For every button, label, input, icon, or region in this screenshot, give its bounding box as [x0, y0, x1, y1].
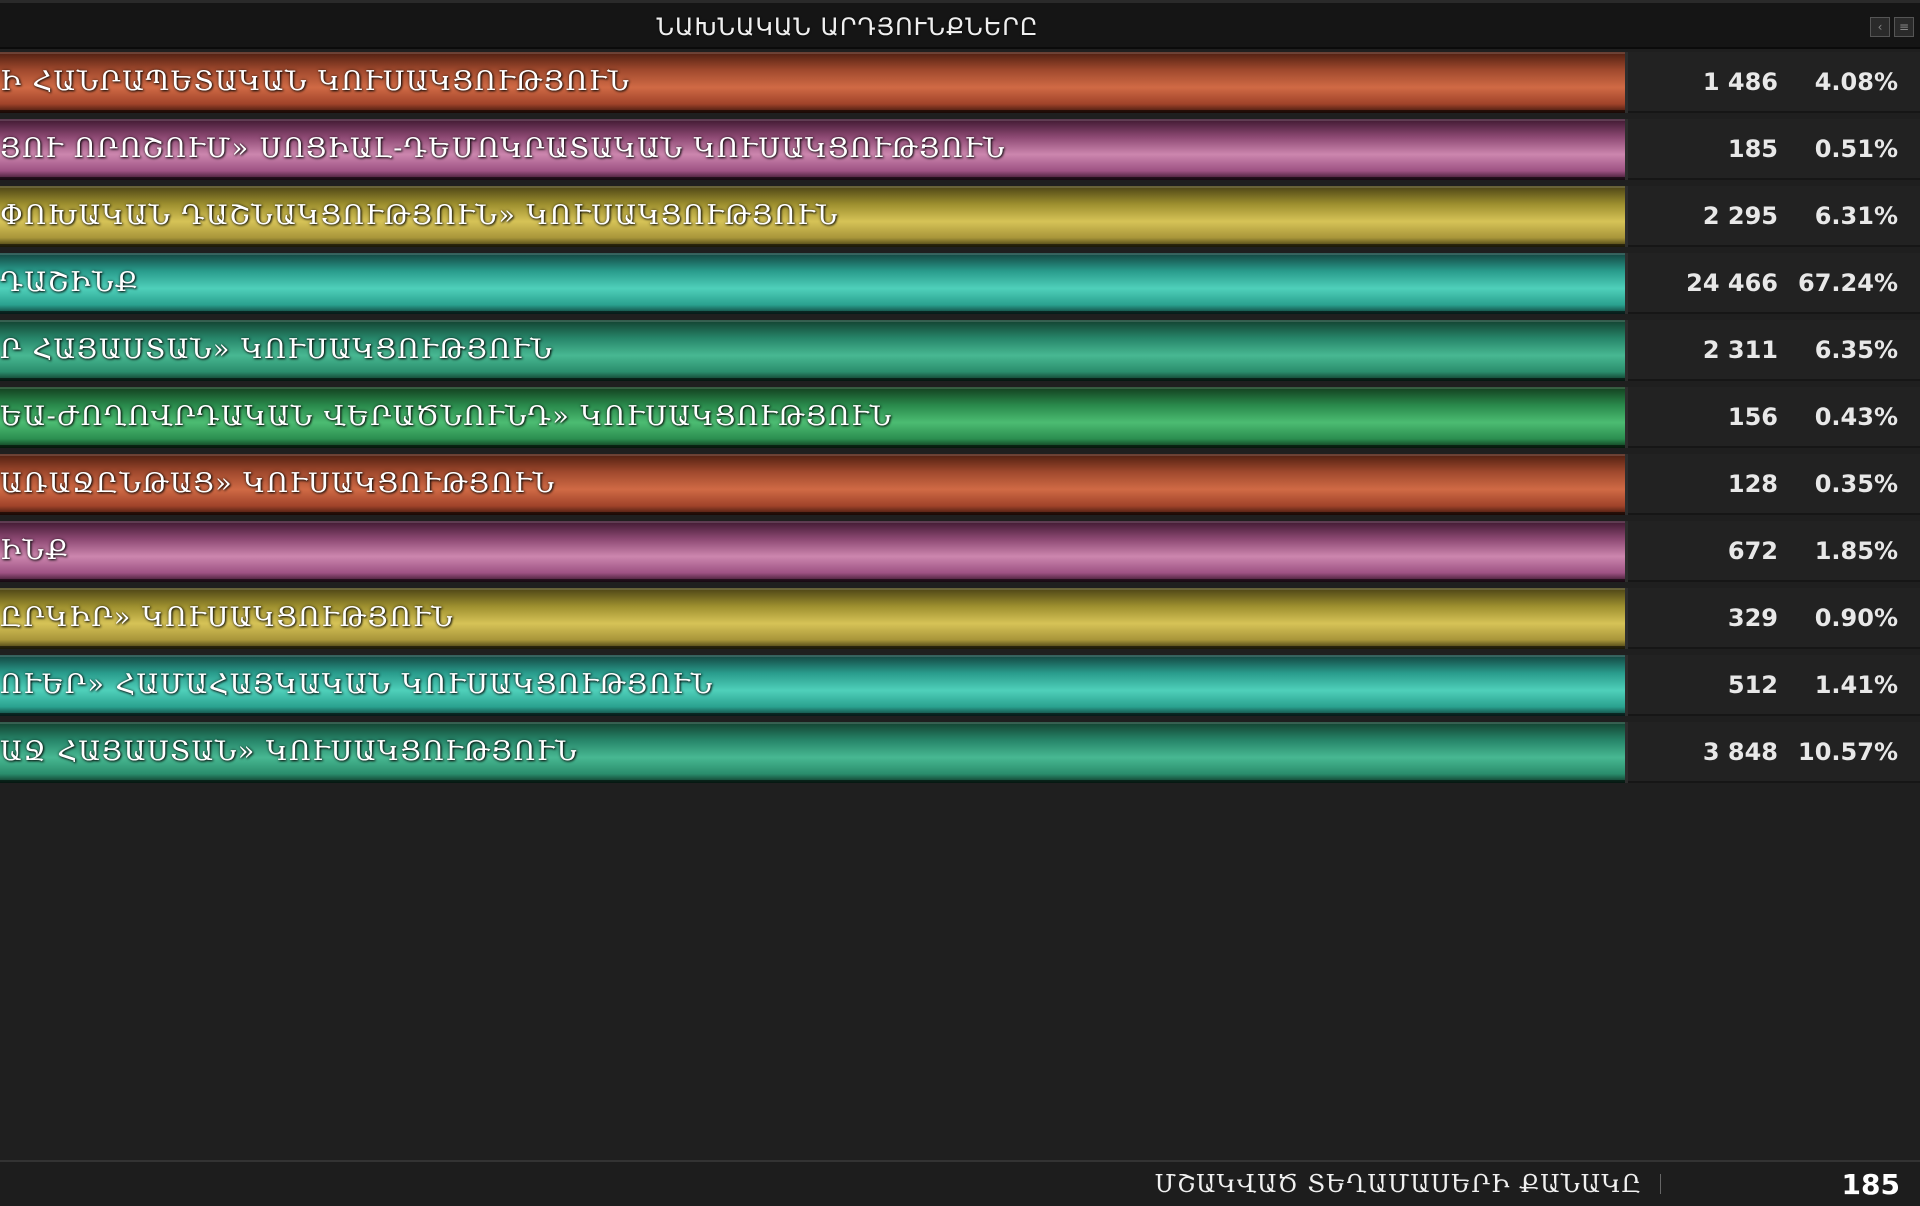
party-name: Ր ՀԱՅԱՍՏԱՆ» ԿՈՒՍԱԿՑՈՒԹՅՈՒՆ: [0, 334, 554, 365]
vote-percent: 4.08%: [1814, 67, 1898, 96]
result-values: 24 466 67.24%: [1628, 253, 1920, 314]
result-values: 1 486 4.08%: [1628, 52, 1920, 113]
processed-precincts-label: ՄՇԱԿՎԱԾ ՏԵՂԱՄԱՍԵՐԻ ՔԱՆԱԿԸ: [1154, 1170, 1642, 1198]
result-row: Ր ՀԱՅԱՍՏԱՆ» ԿՈՒՍԱԿՑՈՒԹՅՈՒՆ 2 311 6.35%: [0, 320, 1920, 381]
result-values: 2 295 6.31%: [1628, 186, 1920, 247]
party-bar: ԱՌԱՋԸՆԹԱՑ» ԿՈՒՍԱԿՑՈՒԹՅՈՒՆ: [0, 454, 1628, 515]
party-name: ԴԱՇԻՆՔ: [0, 267, 140, 298]
party-name: ԸՐԿԻՐ» ԿՈՒՍԱԿՑՈՒԹՅՈՒՆ: [0, 602, 455, 633]
chevron-left-icon[interactable]: ‹: [1870, 17, 1890, 37]
vote-percent: 0.51%: [1814, 134, 1898, 163]
results-title: ՆԱԽՆԱԿԱՆ ԱՐԴՅՈՒՆՔՆԵՐԸ: [656, 13, 1039, 41]
result-row: ՅՈՒ ՈՐՈՇՈՒՄ» ՍՈՑԻԱԼ-ԴԵՄՈԿՐԱՏԱԿԱՆ ԿՈՒՍԱԿՑ…: [0, 119, 1920, 180]
vote-percent: 6.31%: [1814, 201, 1898, 230]
vote-percent: 0.35%: [1814, 469, 1898, 498]
party-bar: ՓՈԽԱԿԱՆ ԴԱՇՆԱԿՑՈՒԹՅՈՒՆ» ԿՈՒՍԱԿՑՈՒԹՅՈՒՆ: [0, 186, 1628, 247]
vote-count: 185: [1727, 134, 1778, 163]
result-values: 3 848 10.57%: [1628, 722, 1920, 783]
vote-percent: 0.43%: [1814, 402, 1898, 431]
party-name: ԵԱ-ԺՈՂՈՎՐԴԱԿԱՆ ՎԵՐԱԾՆՈՒՆԴ» ԿՈՒՍԱԿՑՈՒԹՅՈՒ…: [0, 401, 893, 432]
party-name: ՅՈՒ ՈՐՈՇՈՒՄ» ՍՈՑԻԱԼ-ԴԵՄՈԿՐԱՏԱԿԱՆ ԿՈՒՍԱԿՑ…: [0, 133, 1006, 164]
result-row: ՓՈԽԱԿԱՆ ԴԱՇՆԱԿՑՈՒԹՅՈՒՆ» ԿՈՒՍԱԿՑՈՒԹՅՈՒՆ 2 …: [0, 186, 1920, 247]
vote-count: 329: [1727, 603, 1778, 632]
vote-percent: 0.90%: [1814, 603, 1898, 632]
party-name: ԱՌԱՋԸՆԹԱՑ» ԿՈՒՍԱԿՑՈՒԹՅՈՒՆ: [0, 468, 556, 499]
vote-count: 3 848: [1702, 737, 1778, 766]
party-bar: ՈՒԵՐ» ՀԱՄԱՀԱՅԿԱԿԱՆ ԿՈՒՍԱԿՑՈՒԹՅՈՒՆ: [0, 655, 1628, 716]
vote-percent: 67.24%: [1798, 268, 1898, 297]
processed-precincts-count: 185: [1841, 1168, 1900, 1201]
vote-count: 512: [1727, 670, 1778, 699]
vote-count: 24 466: [1686, 268, 1778, 297]
party-name: ԻՆՔ: [0, 535, 70, 566]
results-header: ՆԱԽՆԱԿԱՆ ԱՐԴՅՈՒՆՔՆԵՐԸ ‹ ≡: [0, 0, 1920, 49]
result-row: ԸՐԿԻՐ» ԿՈՒՍԱԿՑՈՒԹՅՈՒՆ 329 0.90%: [0, 588, 1920, 649]
header-controls: ‹ ≡: [1870, 17, 1914, 37]
vote-count: 128: [1727, 469, 1778, 498]
party-bar: ԻՆՔ: [0, 521, 1628, 582]
party-bar: ԵԱ-ԺՈՂՈՎՐԴԱԿԱՆ ՎԵՐԱԾՆՈՒՆԴ» ԿՈՒՍԱԿՑՈՒԹՅՈՒ…: [0, 387, 1628, 448]
vote-percent: 6.35%: [1814, 335, 1898, 364]
result-row: ՈՒԵՐ» ՀԱՄԱՀԱՅԿԱԿԱՆ ԿՈՒՍԱԿՑՈՒԹՅՈՒՆ 512 1.41…: [0, 655, 1920, 716]
party-bar: ԱՋ ՀԱՅԱՍՏԱՆ» ԿՈՒՍԱԿՑՈՒԹՅՈՒՆ: [0, 722, 1628, 783]
party-name: ՓՈԽԱԿԱՆ ԴԱՇՆԱԿՑՈՒԹՅՈՒՆ» ԿՈՒՍԱԿՑՈՒԹՅՈՒՆ: [0, 200, 839, 231]
party-name: ԱՋ ՀԱՅԱՍՏԱՆ» ԿՈՒՍԱԿՑՈՒԹՅՈՒՆ: [0, 736, 579, 767]
vote-percent: 10.57%: [1798, 737, 1898, 766]
result-values: 512 1.41%: [1628, 655, 1920, 716]
result-row: ԵԱ-ԺՈՂՈՎՐԴԱԿԱՆ ՎԵՐԱԾՆՈՒՆԴ» ԿՈՒՍԱԿՑՈՒԹՅՈՒ…: [0, 387, 1920, 448]
party-bar: Ի ՀԱՆՐԱՊԵՏԱԿԱՆ ԿՈՒՍԱԿՑՈՒԹՅՈՒՆ: [0, 52, 1628, 113]
result-values: 672 1.85%: [1628, 521, 1920, 582]
result-row: ԱՌԱՋԸՆԹԱՑ» ԿՈՒՍԱԿՑՈՒԹՅՈՒՆ 128 0.35%: [0, 454, 1920, 515]
footer-divider: [1660, 1174, 1661, 1194]
vote-count: 2 311: [1702, 335, 1778, 364]
vote-count: 672: [1727, 536, 1778, 565]
vote-percent: 1.85%: [1814, 536, 1898, 565]
result-row: ԻՆՔ 672 1.85%: [0, 521, 1920, 582]
result-values: 329 0.90%: [1628, 588, 1920, 649]
result-values: 2 311 6.35%: [1628, 320, 1920, 381]
party-bar: Ր ՀԱՅԱՍՏԱՆ» ԿՈՒՍԱԿՑՈՒԹՅՈՒՆ: [0, 320, 1628, 381]
vote-count: 156: [1727, 402, 1778, 431]
party-bar: ԴԱՇԻՆՔ: [0, 253, 1628, 314]
processed-precincts-footer: ՄՇԱԿՎԱԾ ՏԵՂԱՄԱՍԵՐԻ ՔԱՆԱԿԸ 185: [0, 1160, 1920, 1206]
party-name: Ի ՀԱՆՐԱՊԵՏԱԿԱՆ ԿՈՒՍԱԿՑՈՒԹՅՈՒՆ: [0, 66, 631, 97]
vote-count: 1 486: [1702, 67, 1778, 96]
result-row: ԴԱՇԻՆՔ 24 466 67.24%: [0, 253, 1920, 314]
result-values: 128 0.35%: [1628, 454, 1920, 515]
party-name: ՈՒԵՐ» ՀԱՄԱՀԱՅԿԱԿԱՆ ԿՈՒՍԱԿՑՈՒԹՅՈՒՆ: [0, 669, 714, 700]
vote-percent: 1.41%: [1814, 670, 1898, 699]
menu-icon[interactable]: ≡: [1894, 17, 1914, 37]
result-row: Ի ՀԱՆՐԱՊԵՏԱԿԱՆ ԿՈՒՍԱԿՑՈՒԹՅՈՒՆ 1 486 4.08%: [0, 52, 1920, 113]
party-bar: ՅՈՒ ՈՐՈՇՈՒՄ» ՍՈՑԻԱԼ-ԴԵՄՈԿՐԱՏԱԿԱՆ ԿՈՒՍԱԿՑ…: [0, 119, 1628, 180]
result-values: 185 0.51%: [1628, 119, 1920, 180]
vote-count: 2 295: [1702, 201, 1778, 230]
result-values: 156 0.43%: [1628, 387, 1920, 448]
result-row: ԱՋ ՀԱՅԱՍՏԱՆ» ԿՈՒՍԱԿՑՈՒԹՅՈՒՆ 3 848 10.57%: [0, 722, 1920, 783]
party-bar: ԸՐԿԻՐ» ԿՈՒՍԱԿՑՈՒԹՅՈՒՆ: [0, 588, 1628, 649]
